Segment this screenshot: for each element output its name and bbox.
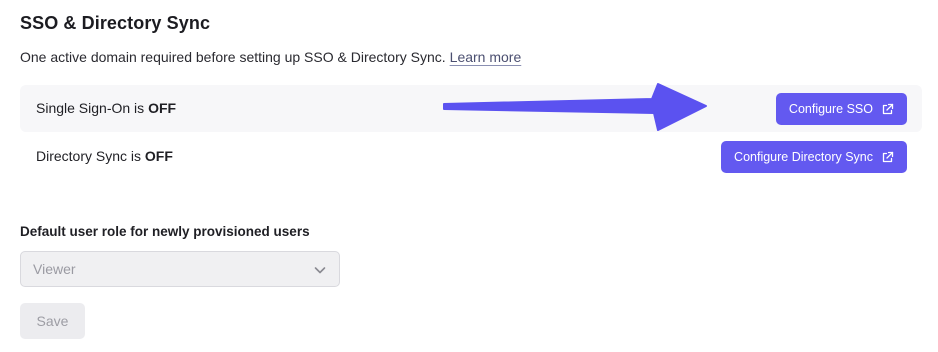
configure-directory-sync-button[interactable]: Configure Directory Sync — [721, 141, 907, 173]
description-text: One active domain required before settin… — [20, 49, 446, 65]
directory-sync-label-text: Directory Sync is — [36, 148, 145, 164]
configure-sso-button[interactable]: Configure SSO — [775, 93, 907, 125]
sso-status-value: OFF — [148, 100, 177, 116]
save-button[interactable]: Save — [20, 303, 85, 339]
section-title: SSO & Directory Sync — [20, 13, 211, 33]
external-link-icon — [881, 151, 894, 164]
directory-sync-row: Directory Sync is OFF Configure Director… — [20, 133, 922, 180]
directory-sync-status-label: Directory Sync is OFF — [36, 148, 173, 164]
configure-sso-label: Configure SSO — [788, 102, 873, 116]
annotation-arrow-icon — [443, 83, 707, 131]
sso-settings-panel: SSO & Directory Sync One active domain r… — [0, 0, 938, 352]
default-role-value: Viewer — [33, 261, 76, 277]
default-role-select[interactable]: Viewer — [20, 251, 340, 287]
default-role-label: Default user role for newly provisioned … — [20, 224, 310, 239]
sso-label-text: Single Sign-On is — [36, 100, 149, 116]
learn-more-link[interactable]: Learn more — [450, 49, 522, 65]
directory-sync-status-value: OFF — [144, 148, 173, 164]
configure-directory-sync-label: Configure Directory Sync — [734, 150, 873, 164]
sso-status-label: Single Sign-On is OFF — [36, 100, 176, 116]
section-description: One active domain required before settin… — [20, 49, 521, 65]
external-link-icon — [881, 103, 894, 116]
chevron-down-icon — [313, 263, 327, 280]
